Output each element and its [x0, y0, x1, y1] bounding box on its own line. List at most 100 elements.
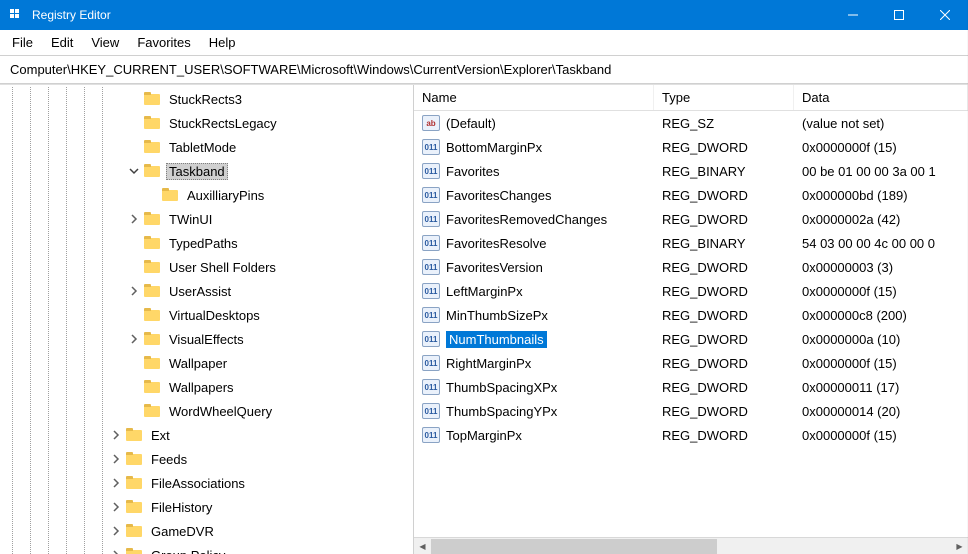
value-type: REG_DWORD	[654, 186, 794, 205]
value-data: 0x0000002a (42)	[794, 210, 968, 229]
tree-item[interactable]: UserAssist	[0, 279, 413, 303]
list-row[interactable]: 011FavoritesRemovedChangesREG_DWORD0x000…	[414, 207, 968, 231]
value-data: 0x00000014 (20)	[794, 402, 968, 421]
tree-item[interactable]: FileAssociations	[0, 471, 413, 495]
tree-item[interactable]: Wallpaper	[0, 351, 413, 375]
value-name: FavoritesVersion	[446, 260, 543, 275]
scroll-right-arrow[interactable]: ▶	[951, 538, 968, 554]
list-row[interactable]: 011TopMarginPxREG_DWORD0x0000000f (15)	[414, 423, 968, 447]
list-row[interactable]: 011RightMarginPxREG_DWORD0x0000000f (15)	[414, 351, 968, 375]
value-type: REG_DWORD	[654, 138, 794, 157]
list-row[interactable]: 011NumThumbnailsREG_DWORD0x0000000a (10)	[414, 327, 968, 351]
binary-value-icon: 011	[422, 355, 440, 371]
binary-value-icon: 011	[422, 427, 440, 443]
list-body[interactable]: ab(Default)REG_SZ(value not set)011Botto…	[414, 111, 968, 537]
expander-closed-icon[interactable]	[108, 499, 124, 515]
tree-item[interactable]: VirtualDesktops	[0, 303, 413, 327]
expander-closed-icon[interactable]	[108, 523, 124, 539]
binary-value-icon: 011	[422, 163, 440, 179]
value-name: FavoritesResolve	[446, 236, 546, 251]
tree-item-label: FileAssociations	[148, 475, 248, 492]
menu-view[interactable]: View	[83, 32, 127, 53]
value-name: FavoritesRemovedChanges	[446, 212, 607, 227]
folder-icon	[144, 260, 162, 274]
value-type: REG_DWORD	[654, 378, 794, 397]
folder-icon	[144, 212, 162, 226]
expander-closed-icon[interactable]	[126, 331, 142, 347]
close-button[interactable]	[922, 0, 968, 30]
address-input[interactable]	[8, 60, 960, 79]
column-type[interactable]: Type	[654, 85, 794, 110]
list-row[interactable]: 011FavoritesResolveREG_BINARY54 03 00 00…	[414, 231, 968, 255]
tree-pane[interactable]: StuckRects3 StuckRectsLegacy TabletMode Tas…	[0, 85, 414, 554]
binary-value-icon: 011	[422, 235, 440, 251]
tree-item[interactable]: Taskband	[0, 159, 413, 183]
tree-item-label: Ext	[148, 427, 173, 444]
tree-item[interactable]: WordWheelQuery	[0, 399, 413, 423]
expander-closed-icon[interactable]	[108, 475, 124, 491]
tree-item[interactable]: VisualEffects	[0, 327, 413, 351]
menu-edit[interactable]: Edit	[43, 32, 81, 53]
tree-item[interactable]: TypedPaths	[0, 231, 413, 255]
value-data: 0x0000000f (15)	[794, 138, 968, 157]
value-data: 54 03 00 00 4c 00 00 0	[794, 234, 968, 253]
folder-icon	[144, 92, 162, 106]
maximize-button[interactable]	[876, 0, 922, 30]
horizontal-scrollbar[interactable]: ◀ ▶	[414, 537, 968, 554]
tree-item-label: TabletMode	[166, 139, 239, 156]
scroll-left-arrow[interactable]: ◀	[414, 538, 431, 554]
tree-item[interactable]: Ext	[0, 423, 413, 447]
menu-file[interactable]: File	[4, 32, 41, 53]
tree-item[interactable]: TWinUI	[0, 207, 413, 231]
tree-item-label: StuckRects3	[166, 91, 245, 108]
list-header: Name Type Data	[414, 85, 968, 111]
list-row[interactable]: 011LeftMarginPxREG_DWORD0x0000000f (15)	[414, 279, 968, 303]
menu-help[interactable]: Help	[201, 32, 244, 53]
folder-icon	[144, 164, 162, 178]
expander-closed-icon[interactable]	[108, 451, 124, 467]
menu-favorites[interactable]: Favorites	[129, 32, 198, 53]
tree-item[interactable]: StuckRects3	[0, 87, 413, 111]
column-data[interactable]: Data	[794, 85, 968, 110]
tree-item[interactable]: Feeds	[0, 447, 413, 471]
value-name: ThumbSpacingXPx	[446, 380, 557, 395]
title-bar: Registry Editor	[0, 0, 968, 30]
list-row[interactable]: 011FavoritesChangesREG_DWORD0x000000bd (…	[414, 183, 968, 207]
value-type: REG_DWORD	[654, 282, 794, 301]
app-icon	[8, 7, 24, 23]
expander-open-icon[interactable]	[126, 163, 142, 179]
minimize-button[interactable]	[830, 0, 876, 30]
value-type: REG_DWORD	[654, 354, 794, 373]
list-row[interactable]: 011ThumbSpacingXPxREG_DWORD0x00000011 (1…	[414, 375, 968, 399]
tree-item[interactable]: TabletMode	[0, 135, 413, 159]
tree-item[interactable]: Wallpapers	[0, 375, 413, 399]
binary-value-icon: 011	[422, 259, 440, 275]
tree-item-label: Wallpapers	[166, 379, 237, 396]
binary-value-icon: 011	[422, 283, 440, 299]
expander-closed-icon[interactable]	[108, 427, 124, 443]
folder-icon	[144, 140, 162, 154]
column-name[interactable]: Name	[414, 85, 654, 110]
tree-item[interactable]: GameDVR	[0, 519, 413, 543]
value-type: REG_DWORD	[654, 402, 794, 421]
tree-item[interactable]: FileHistory	[0, 495, 413, 519]
tree-item-label: TWinUI	[166, 211, 215, 228]
list-row[interactable]: 011FavoritesREG_BINARY00 be 01 00 00 3a …	[414, 159, 968, 183]
tree-item[interactable]: Group Policy	[0, 543, 413, 554]
tree-item-label: Feeds	[148, 451, 190, 468]
list-row[interactable]: ab(Default)REG_SZ(value not set)	[414, 111, 968, 135]
folder-icon	[162, 188, 180, 202]
tree-item-label: GameDVR	[148, 523, 217, 540]
expander-closed-icon[interactable]	[126, 283, 142, 299]
list-row[interactable]: 011FavoritesVersionREG_DWORD0x00000003 (…	[414, 255, 968, 279]
expander-closed-icon[interactable]	[126, 211, 142, 227]
list-row[interactable]: 011ThumbSpacingYPxREG_DWORD0x00000014 (2…	[414, 399, 968, 423]
tree-item[interactable]: User Shell Folders	[0, 255, 413, 279]
expander-closed-icon[interactable]	[108, 547, 124, 554]
tree-item[interactable]: StuckRectsLegacy	[0, 111, 413, 135]
list-row[interactable]: 011MinThumbSizePxREG_DWORD0x000000c8 (20…	[414, 303, 968, 327]
list-pane: Name Type Data ab(Default)REG_SZ(value n…	[414, 85, 968, 554]
folder-icon	[144, 332, 162, 346]
list-row[interactable]: 011BottomMarginPxREG_DWORD0x0000000f (15…	[414, 135, 968, 159]
tree-item[interactable]: AuxilliaryPins	[0, 183, 413, 207]
